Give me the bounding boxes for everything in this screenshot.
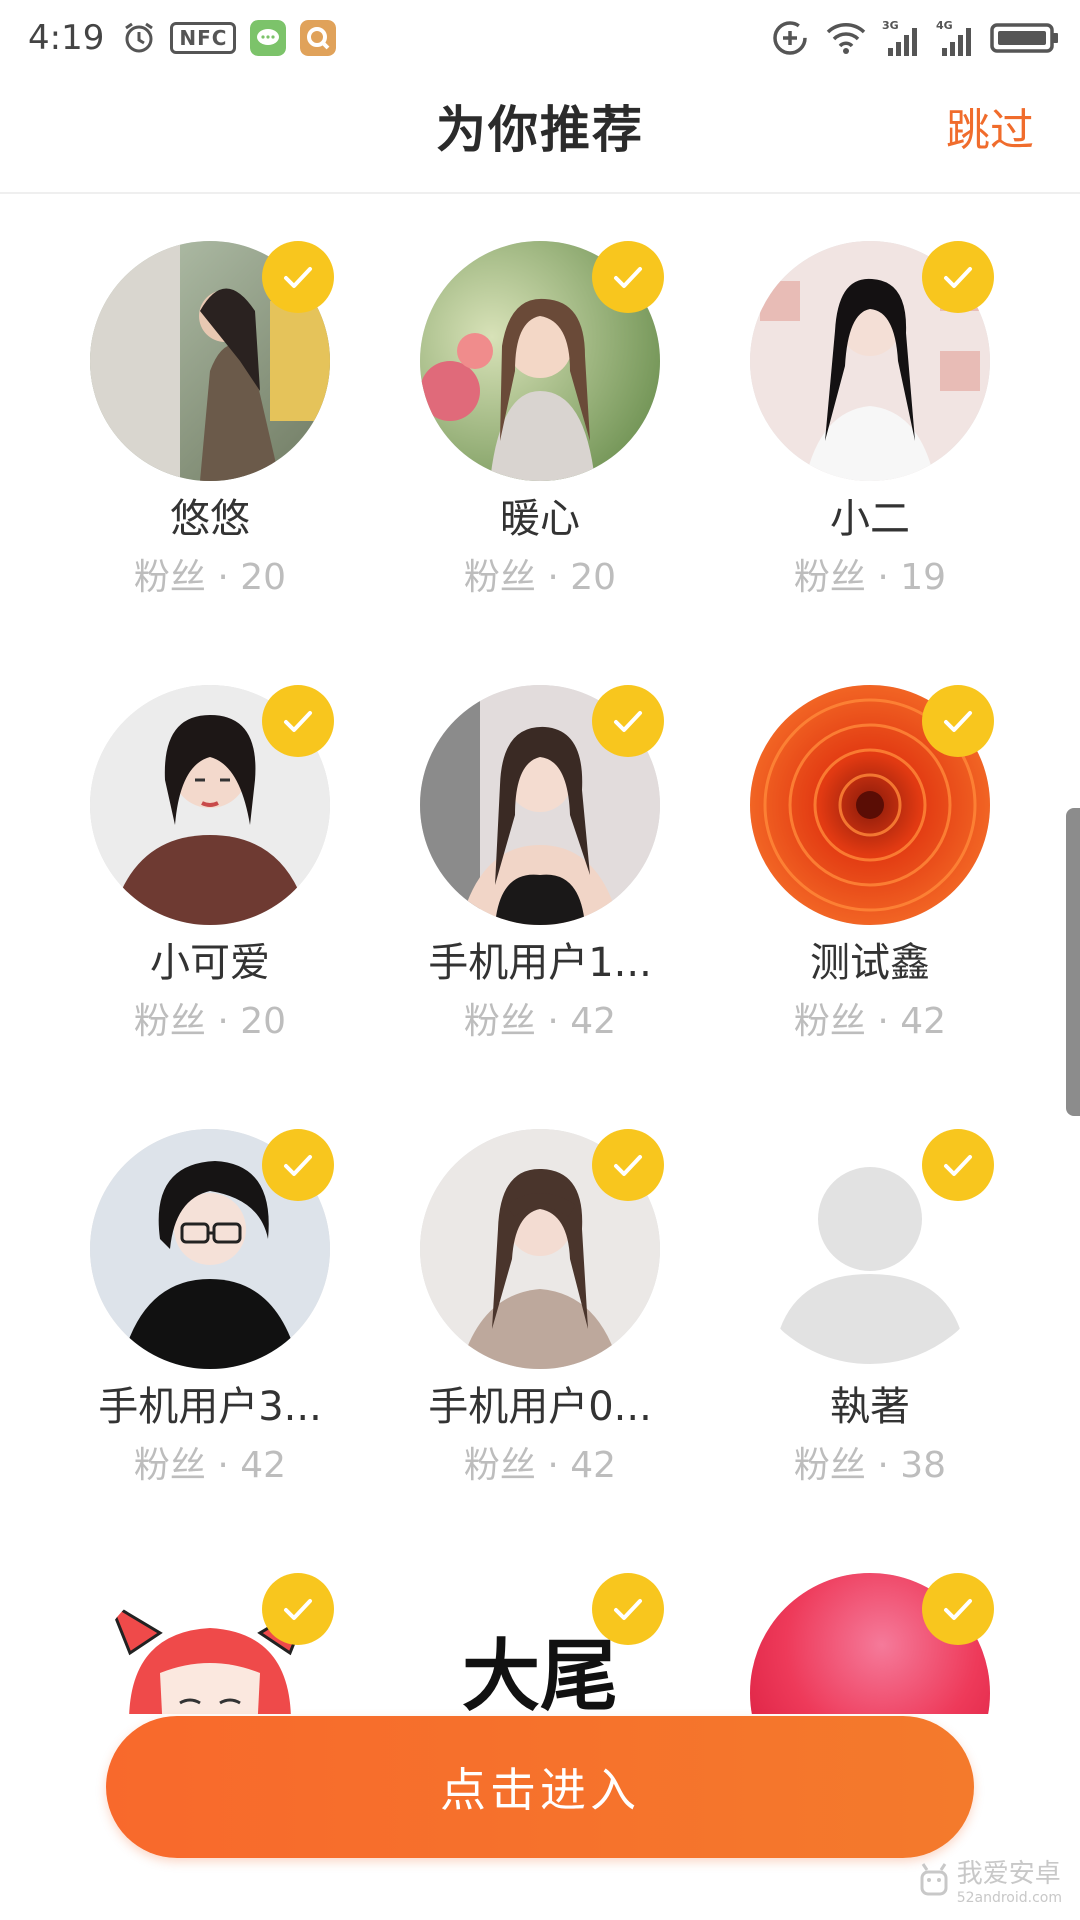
- watermark-label: 我爱安卓: [956, 1859, 1061, 1889]
- signal-4g-label: 4G: [936, 19, 953, 32]
- user-fans-count: 粉丝 · 19: [793, 557, 947, 598]
- battery-icon: [990, 21, 1060, 55]
- status-time: 4:19: [28, 18, 105, 58]
- watermark: 我爱安卓 52android.com: [917, 1853, 1062, 1906]
- android-logo-icon: [920, 1862, 948, 1895]
- status-right-group: 3G 4G: [756, 0, 1060, 76]
- enter-button[interactable]: 点击进入: [106, 1716, 974, 1858]
- selected-check-icon[interactable]: [592, 1129, 664, 1201]
- selected-check-icon[interactable]: [592, 1573, 664, 1645]
- selected-check-icon[interactable]: [592, 685, 664, 757]
- screen: 4:19 NFC 3G 4G 为你推荐 跳过 悠悠 粉丝 · 20 暖心 粉丝 …: [0, 0, 1080, 1920]
- signal-3g-label: 3G: [882, 19, 899, 32]
- selected-check-icon[interactable]: [922, 1573, 994, 1645]
- nfc-icon: NFC: [170, 22, 237, 54]
- search-app-icon: [300, 20, 337, 56]
- selected-check-icon[interactable]: [922, 685, 994, 757]
- status-bar: 4:19 NFC 3G 4G: [0, 0, 1080, 76]
- selected-check-icon[interactable]: [592, 241, 664, 313]
- selected-check-icon[interactable]: [262, 1129, 334, 1201]
- data-saver-icon: [770, 18, 810, 58]
- logo-text: 大尾: [462, 1632, 618, 1722]
- wifi-icon: [824, 20, 868, 56]
- selected-check-icon[interactable]: [922, 1129, 994, 1201]
- page-title: 为你推荐: [436, 101, 644, 159]
- selected-check-icon[interactable]: [922, 241, 994, 313]
- user-fans-count: 粉丝 · 38: [793, 1445, 947, 1486]
- header: 为你推荐 跳过: [0, 76, 1080, 194]
- message-app-icon: [250, 20, 287, 56]
- selected-check-icon[interactable]: [262, 685, 334, 757]
- user-name: 執著: [830, 1384, 910, 1430]
- alarm-icon: [122, 21, 156, 55]
- signal-3g-icon: 3G: [882, 18, 922, 58]
- selected-check-icon[interactable]: [262, 241, 334, 313]
- user-fans-count: 粉丝 · 42: [793, 1001, 947, 1042]
- watermark-sub: 52android.com: [956, 1890, 1062, 1906]
- user-name: 测试鑫: [810, 940, 930, 986]
- signal-4g-icon: 4G: [936, 18, 976, 58]
- scrollbar[interactable]: [1066, 808, 1080, 1116]
- selected-check-icon[interactable]: [262, 1573, 334, 1645]
- skip-button[interactable]: 跳过: [946, 94, 1034, 158]
- user-name: 小二: [830, 496, 910, 542]
